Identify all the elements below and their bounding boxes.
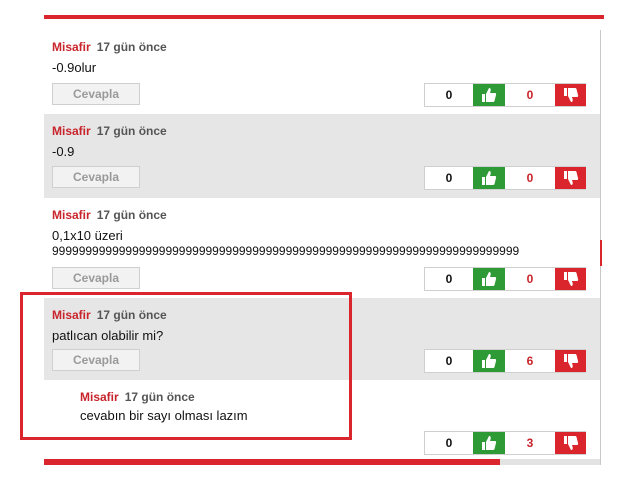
like-button[interactable] [473, 350, 505, 372]
vote-box: 0 6 [424, 349, 586, 373]
highlight-frame [20, 292, 352, 440]
vote-box: 0 0 [424, 83, 586, 107]
like-button[interactable] [473, 84, 505, 106]
thumbs-up-icon [482, 171, 497, 185]
vote-box: 0 3 [424, 431, 586, 455]
comment-author[interactable]: Misafir [52, 208, 91, 222]
like-button[interactable] [473, 268, 505, 290]
like-count: 0 [445, 272, 453, 286]
comment-author[interactable]: Misafir [52, 124, 91, 138]
reply-button[interactable]: Cevapla [52, 267, 140, 289]
like-count: 0 [445, 88, 453, 102]
vote-box: 0 0 [424, 267, 586, 291]
vote-box: 0 0 [424, 166, 586, 190]
dislike-button[interactable] [555, 84, 586, 106]
thumbs-down-icon [563, 272, 578, 286]
horizontal-scrollbar[interactable] [44, 459, 600, 465]
dislike-count: 3 [526, 436, 534, 450]
comment-text: -0.9 [52, 144, 75, 159]
like-count: 0 [445, 436, 453, 450]
comment-text: 0,1x10 üzeri [52, 228, 123, 243]
dislike-count: 6 [526, 354, 534, 368]
top-accent-bar [44, 15, 604, 19]
thumbs-down-icon [563, 88, 578, 102]
thumbs-up-icon [482, 88, 497, 102]
thumbs-up-icon [482, 354, 497, 368]
dislike-button[interactable] [555, 167, 586, 189]
thumbs-up-icon [482, 272, 497, 286]
like-button[interactable] [473, 432, 505, 454]
dislike-count: 0 [526, 272, 534, 286]
comment-time: 17 gün önce [96, 40, 167, 54]
scrollbar-thumb[interactable] [44, 459, 500, 465]
comment-meta: Misafir 17 gün önce [52, 40, 167, 54]
dislike-button[interactable] [555, 432, 586, 454]
thumbs-down-icon [563, 171, 578, 185]
reply-button[interactable]: Cevapla [52, 83, 140, 105]
like-count: 0 [445, 354, 453, 368]
comment-text-line-2: 9999999999999999999999999999999999999999… [52, 244, 520, 258]
reply-button[interactable]: Cevapla [52, 166, 140, 188]
like-count: 0 [445, 171, 453, 185]
comment-meta: Misafir 17 gün önce [52, 208, 167, 222]
comment-author[interactable]: Misafir [52, 40, 91, 54]
comment-time: 17 gün önce [96, 208, 167, 222]
comment: Misafir 17 gün önce 0,1x10 üzeri 99999999… [44, 198, 600, 298]
thumbs-down-icon [563, 436, 578, 450]
dislike-button[interactable] [555, 350, 586, 372]
comment-meta: Misafir 17 gün önce [52, 124, 167, 138]
dislike-count: 0 [526, 171, 534, 185]
thumbs-up-icon [482, 436, 497, 450]
comment-text: -0.9olur [52, 60, 97, 75]
comment: Misafir 17 gün önce -0.9 Cevapla 0 0 [44, 114, 600, 198]
thumbs-down-icon [563, 354, 578, 368]
comment: Misafir 17 gün önce -0.9olur Cevapla 0 0 [44, 30, 600, 114]
dislike-button[interactable] [555, 268, 586, 290]
like-button[interactable] [473, 167, 505, 189]
dislike-count: 0 [526, 88, 534, 102]
comment-time: 17 gün önce [96, 124, 167, 138]
